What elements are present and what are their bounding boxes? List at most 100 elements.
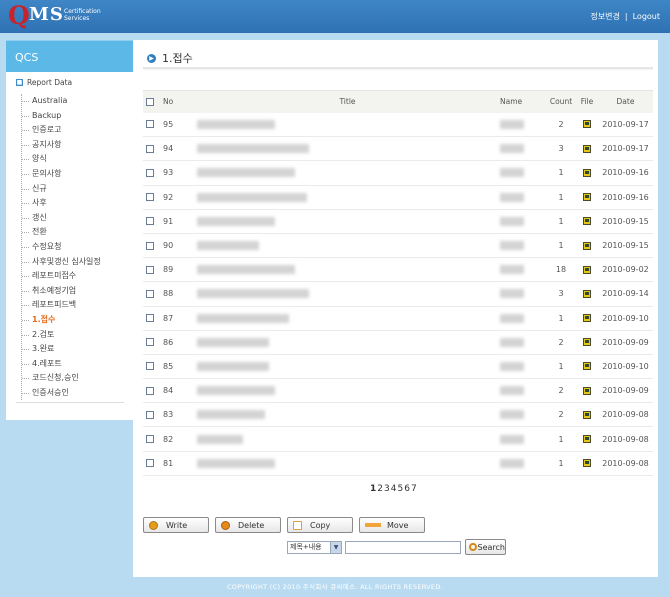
row-file[interactable] [576, 258, 598, 282]
sidebar-item[interactable]: 전환 [22, 225, 101, 240]
row-title[interactable] [185, 330, 498, 354]
sidebar-item[interactable]: 양식 [22, 152, 101, 167]
table-row[interactable]: 91 1 2010-09-15 [143, 209, 653, 234]
row-checkbox[interactable] [146, 386, 154, 395]
sidebar-item[interactable]: 레포트미접수 [22, 269, 101, 284]
table-row[interactable]: 95 2 2010-09-17 [143, 113, 653, 137]
table-row[interactable]: 92 1 2010-09-16 [143, 185, 653, 210]
table-row[interactable]: 86 2 2010-09-09 [143, 330, 653, 355]
page-link[interactable]: 1 [370, 484, 376, 494]
row-title[interactable] [185, 185, 498, 209]
sidebar-item[interactable]: 수정요청 [22, 240, 101, 255]
sidebar-item[interactable]: Backup [22, 109, 101, 124]
row-file[interactable] [576, 403, 598, 427]
page-link[interactable]: 2 [377, 484, 383, 494]
table-row[interactable]: 84 2 2010-09-09 [143, 379, 653, 403]
row-title[interactable] [185, 209, 498, 233]
sidebar-item[interactable]: 1.접수 [22, 313, 101, 328]
edit-info-link[interactable]: 정보변경 [590, 12, 619, 21]
sidebar-item[interactable]: 레포트피드백 [22, 298, 101, 313]
row-file[interactable] [576, 137, 598, 161]
row-file[interactable] [576, 185, 598, 209]
table-row[interactable]: 87 1 2010-09-10 [143, 306, 653, 331]
sidebar-item[interactable]: 취소예정기업 [22, 284, 101, 299]
row-checkbox[interactable] [146, 362, 154, 371]
table-row[interactable]: 85 1 2010-09-10 [143, 354, 653, 379]
row-checkbox[interactable] [146, 168, 154, 177]
row-checkbox[interactable] [146, 241, 154, 250]
row-file[interactable] [576, 233, 598, 257]
row-checkbox[interactable] [146, 435, 154, 444]
row-title[interactable] [185, 354, 498, 378]
sidebar-item[interactable]: 4.레포트 [22, 357, 101, 372]
sidebar-item[interactable]: 공지사항 [22, 138, 101, 153]
sidebar-item[interactable]: 갱신 [22, 211, 101, 226]
sidebar-item[interactable]: 사후및갱신 심사일정 [22, 255, 101, 270]
page-link[interactable]: 3 [384, 484, 390, 494]
sidebar-item[interactable]: 사후 [22, 196, 101, 211]
row-file[interactable] [576, 113, 598, 137]
row-file[interactable] [576, 161, 598, 185]
row-checkbox[interactable] [146, 410, 154, 419]
table-row[interactable]: 82 1 2010-09-08 [143, 427, 653, 452]
sidebar-item[interactable]: 3.완료 [22, 342, 101, 357]
row-file[interactable] [576, 427, 598, 451]
row-file[interactable] [576, 379, 598, 403]
row-title[interactable] [185, 379, 498, 403]
logout-link[interactable]: Logout [633, 12, 660, 21]
row-checkbox[interactable] [146, 120, 154, 129]
tree-root[interactable]: ■ Report Data [16, 78, 72, 87]
search-field-select[interactable]: 제목+내용 ▼ [287, 540, 342, 554]
row-title[interactable] [185, 161, 498, 185]
table-row[interactable]: 93 1 2010-09-16 [143, 161, 653, 186]
page-link[interactable]: 7 [411, 484, 417, 494]
table-row[interactable]: 94 3 2010-09-17 [143, 137, 653, 161]
row-checkbox[interactable] [146, 193, 154, 202]
row-title[interactable] [185, 282, 498, 306]
header-name[interactable]: Name [498, 90, 546, 113]
row-file[interactable] [576, 282, 598, 306]
row-file[interactable] [576, 354, 598, 378]
search-button[interactable]: Search [465, 539, 506, 555]
search-input[interactable] [345, 540, 461, 554]
header-date[interactable]: Date [598, 90, 653, 113]
table-row[interactable]: 83 2 2010-09-08 [143, 403, 653, 427]
row-checkbox[interactable] [146, 265, 154, 274]
sidebar-item[interactable]: 코드신청,승인 [22, 371, 101, 386]
row-file[interactable] [576, 209, 598, 233]
row-checkbox[interactable] [146, 289, 154, 298]
row-title[interactable] [185, 137, 498, 161]
header-title[interactable]: Title [185, 90, 498, 113]
write-button[interactable]: Write [143, 517, 209, 533]
header-no[interactable]: No [157, 90, 185, 113]
table-row[interactable]: 88 3 2010-09-14 [143, 282, 653, 306]
row-title[interactable] [185, 306, 498, 330]
table-row[interactable]: 89 18 2010-09-02 [143, 258, 653, 282]
page-link[interactable]: 6 [404, 484, 410, 494]
sidebar-item[interactable]: 2.검토 [22, 328, 101, 343]
move-button[interactable]: Move [359, 517, 425, 533]
row-title[interactable] [185, 403, 498, 427]
row-file[interactable] [576, 306, 598, 330]
row-file[interactable] [576, 330, 598, 354]
delete-button[interactable]: Delete [215, 517, 281, 533]
row-checkbox[interactable] [146, 217, 154, 226]
row-checkbox[interactable] [146, 314, 154, 323]
sidebar-item[interactable]: 신규 [22, 182, 101, 197]
row-title[interactable] [185, 427, 498, 451]
row-title[interactable] [185, 451, 498, 475]
row-title[interactable] [185, 113, 498, 137]
row-checkbox[interactable] [146, 338, 154, 347]
sidebar-item[interactable]: 인증서승인 [22, 386, 101, 401]
sidebar-item[interactable]: 인증로고 [22, 123, 101, 138]
table-row[interactable]: 81 1 2010-09-08 [143, 451, 653, 476]
row-file[interactable] [576, 451, 598, 475]
page-link[interactable]: 4 [391, 484, 397, 494]
row-checkbox[interactable] [146, 144, 154, 153]
row-title[interactable] [185, 258, 498, 282]
select-all-checkbox[interactable] [146, 98, 154, 107]
sidebar-item[interactable]: Australia [22, 94, 101, 109]
table-row[interactable]: 90 1 2010-09-15 [143, 233, 653, 258]
header-count[interactable]: Count [546, 90, 576, 113]
row-title[interactable] [185, 233, 498, 257]
